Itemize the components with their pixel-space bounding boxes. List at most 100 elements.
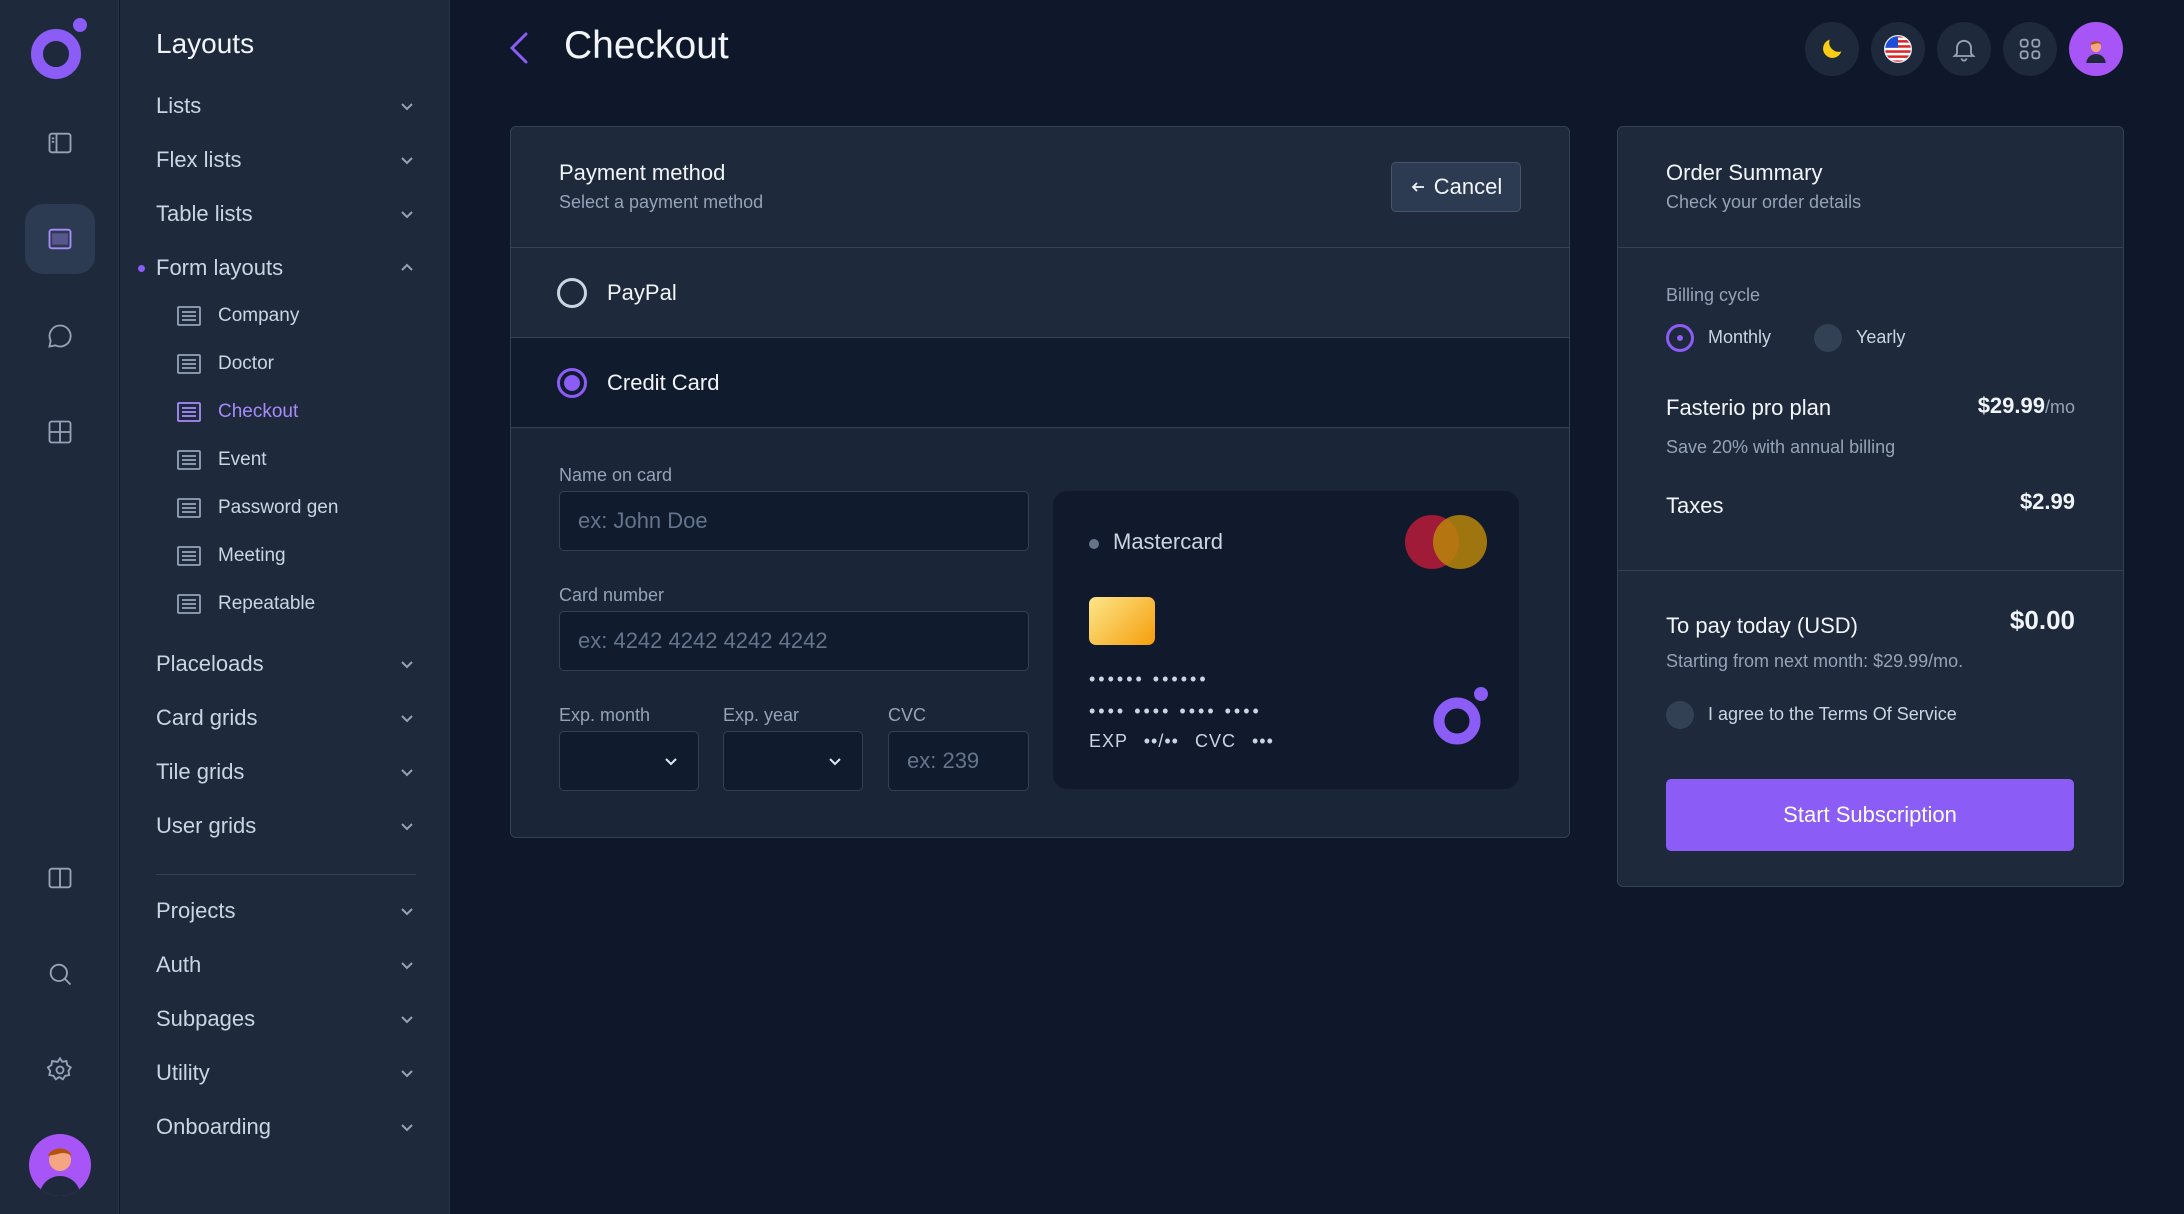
chat-bubble-icon[interactable]: [25, 301, 95, 371]
paypal-option[interactable]: PayPal: [511, 248, 1569, 338]
bell-icon[interactable]: [1937, 22, 1991, 76]
paypal-radio[interactable]: [557, 277, 587, 308]
exp-month-label: Exp. month: [559, 705, 651, 725]
submenu-item-label: Meeting: [218, 545, 286, 566]
menu-item-subpages[interactable]: Subpages: [156, 999, 416, 1039]
chevron-down-icon: [401, 211, 413, 219]
terms-label: I agree to the Terms Of Service: [1708, 704, 1957, 724]
app-logo-icon[interactable]: [28, 16, 90, 82]
cvc-input[interactable]: [888, 731, 1029, 791]
us-flag-icon[interactable]: [1871, 22, 1925, 76]
submenu-item-label: Repeatable: [218, 593, 316, 614]
menu-item-label: Lists: [156, 93, 202, 118]
summary-header: Order Summary Check your order details: [1618, 127, 2123, 248]
submenu-item-label: Checkout: [218, 401, 299, 422]
credit-card-label: Credit Card: [607, 369, 720, 395]
cancel-label: Cancel: [1433, 174, 1503, 199]
cancel-button[interactable]: Cancel: [1391, 162, 1521, 212]
plan-price-unit: /mo: [2044, 397, 2075, 417]
menu-item-onboarding[interactable]: Onboarding: [156, 1107, 416, 1147]
apps-grid-icon[interactable]: [2003, 22, 2057, 76]
form-document-icon: [177, 306, 201, 326]
chevron-down-icon: [401, 1124, 413, 1132]
menu-item-label: User grids: [156, 813, 257, 838]
menu-item-label: Subpages: [156, 1006, 256, 1031]
brand-logo-icon: [1433, 687, 1488, 745]
cvc-label: CVC: [888, 705, 927, 725]
submenu-item-meeting[interactable]: Meeting: [176, 540, 286, 572]
back-arrow-icon[interactable]: [502, 28, 538, 68]
menu-item-label: Onboarding: [156, 1114, 271, 1139]
submenu-item-doctor[interactable]: Doctor: [176, 348, 274, 380]
exp-month-select[interactable]: [559, 731, 699, 791]
layout-window-icon[interactable]: [25, 204, 95, 274]
menu-item-utility[interactable]: Utility: [156, 1053, 416, 1093]
sidebar-panel-icon[interactable]: [25, 108, 95, 178]
gear-icon[interactable]: [25, 1035, 95, 1105]
payment-method-card: Payment method Select a payment method C…: [510, 126, 1570, 838]
billing-cycle-label: Billing cycle: [1666, 285, 1761, 305]
terms-checkbox[interactable]: [1666, 701, 1694, 729]
card-cvc-label: CVC: [1194, 731, 1236, 751]
chevron-down-icon: [401, 823, 413, 831]
chevron-down-icon: [401, 769, 413, 777]
grid-icon[interactable]: [25, 397, 95, 467]
form-document-icon: [177, 546, 201, 566]
layouts-menu: Layouts Lists Flex lists Table lists Form l…: [120, 0, 450, 1214]
chevron-down-icon: [401, 661, 413, 669]
menu-item-label: Auth: [156, 952, 202, 977]
plan-price: $29.99 /mo: [1978, 393, 2075, 419]
form-document-icon: [177, 594, 201, 614]
menu-item-label: Utility: [156, 1060, 210, 1085]
arrow-left-icon: [1411, 182, 1424, 192]
submenu-item-event[interactable]: Event: [176, 444, 267, 476]
summary-subtitle: Check your order details: [1666, 192, 1862, 212]
menu-item-lists[interactable]: Lists: [156, 86, 416, 126]
submenu-item-repeatable[interactable]: Repeatable: [176, 588, 315, 620]
submenu-item-password-gen[interactable]: Password gen: [176, 492, 338, 524]
menu-item-label: Card grids: [156, 705, 258, 730]
header-avatar[interactable]: [2069, 22, 2123, 76]
card-status-dot: [1089, 539, 1099, 549]
menu-item-projects[interactable]: Projects: [156, 891, 416, 931]
menu-item-form-layouts[interactable]: Form layouts: [156, 248, 416, 288]
menu-title: Layouts: [156, 28, 255, 59]
name-on-card-input[interactable]: [559, 491, 1029, 551]
exp-year-select[interactable]: [723, 731, 863, 791]
card-chip-icon: [1089, 597, 1155, 645]
submenu-item-company[interactable]: Company: [176, 300, 299, 332]
submenu-item-label: Password gen: [218, 497, 339, 518]
form-document-icon: [177, 498, 201, 518]
menu-item-user-grids[interactable]: User grids: [156, 806, 416, 846]
menu-item-card-grids[interactable]: Card grids: [156, 698, 416, 738]
credit-card-radio[interactable]: [557, 367, 587, 398]
summary-title: Order Summary: [1666, 160, 1823, 185]
submenu-item-checkout[interactable]: Checkout: [176, 396, 298, 428]
card-exp-value: ••/••: [1143, 731, 1179, 751]
columns-icon[interactable]: [25, 843, 95, 913]
chevron-down-icon: [829, 758, 841, 766]
card-brand: Mastercard: [1113, 529, 1224, 554]
menu-divider: [156, 874, 416, 875]
menu-item-auth[interactable]: Auth: [156, 945, 416, 985]
summary-divider: [1618, 570, 2123, 571]
menu-item-tile-grids[interactable]: Tile grids: [156, 752, 416, 792]
search-icon[interactable]: [25, 939, 95, 1009]
mastercard-logo-right: [1433, 515, 1487, 569]
start-subscription-button[interactable]: Start Subscription: [1666, 779, 2074, 851]
chevron-down-icon: [401, 1070, 413, 1078]
card-masked-line2: •••• •••• •••• ••••: [1089, 701, 1262, 721]
moon-icon[interactable]: [1805, 22, 1859, 76]
monthly-radio[interactable]: [1666, 324, 1694, 352]
menu-item-placeloads[interactable]: Placeloads: [156, 644, 416, 684]
paypal-label: PayPal: [607, 279, 677, 305]
menu-item-flex-lists[interactable]: Flex lists: [156, 140, 416, 180]
menu-item-table-lists[interactable]: Table lists: [156, 194, 416, 234]
card-number-input[interactable]: [559, 611, 1029, 671]
credit-card-option[interactable]: Credit Card: [511, 338, 1569, 428]
active-section-dot: [138, 265, 145, 272]
pay-today-value: $0.00: [2009, 605, 2075, 635]
submenu-item-label: Company: [218, 305, 300, 326]
user-avatar[interactable]: [29, 1134, 91, 1196]
yearly-radio[interactable]: [1814, 324, 1842, 352]
